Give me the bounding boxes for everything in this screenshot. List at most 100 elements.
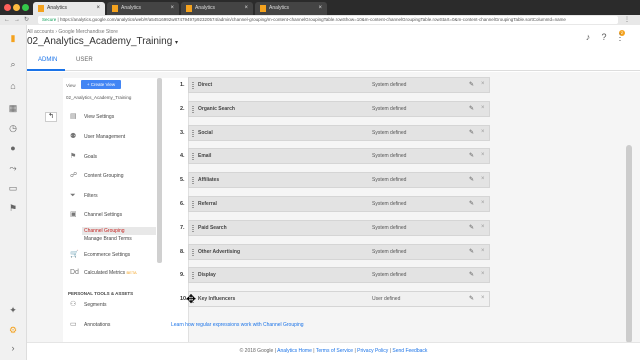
tab-admin[interactable]: ADMIN [38, 57, 57, 63]
close-tab-icon[interactable]: × [244, 2, 248, 15]
close-icon[interactable]: × [481, 271, 485, 277]
panel-item-channel-settings[interactable]: ▣ Channel Settings [70, 210, 122, 220]
close-icon[interactable]: × [481, 176, 485, 182]
subitem-manage-brand-terms[interactable]: Manage Brand Terms [84, 236, 132, 242]
table-row[interactable]: Other Advertising System defined ✎ × [188, 244, 490, 260]
pencil-icon[interactable]: ✎ [469, 271, 474, 278]
footer-link-terms[interactable]: Terms of Service [316, 348, 353, 354]
close-icon[interactable]: × [481, 81, 485, 87]
close-icon[interactable]: × [481, 129, 485, 135]
browser-menu-icon[interactable]: ⋮ [624, 15, 630, 25]
maximize-window-button[interactable] [22, 4, 29, 11]
close-tab-icon[interactable]: × [96, 2, 100, 15]
pencil-icon[interactable]: ✎ [469, 81, 474, 88]
breadcrumb[interactable]: All accounts › Google Merchandise Store [27, 29, 118, 35]
home-icon[interactable]: ⌂ [8, 81, 18, 91]
regex-help-link[interactable]: Learn how regular expressions work with … [171, 322, 304, 328]
audience-person-icon[interactable]: ● [8, 143, 18, 153]
dashboard-icon[interactable]: ▦ [8, 103, 18, 113]
collapse-nav-icon[interactable]: › [8, 343, 18, 353]
drag-handle-icon[interactable] [192, 130, 194, 137]
help-icon[interactable]: ? [599, 32, 609, 42]
table-row[interactable]: Paid Search System defined ✎ × [188, 220, 490, 236]
close-icon[interactable]: × [481, 224, 485, 230]
table-row[interactable]: Organic Search System defined ✎ × [188, 101, 490, 117]
panel-scrollbar[interactable] [157, 78, 162, 263]
drag-handle-icon[interactable] [192, 82, 194, 89]
panel-item-filters[interactable]: ⏷ Filters [70, 191, 98, 201]
table-row[interactable]: Direct System defined ✎ × [188, 77, 490, 93]
close-icon[interactable]: × [481, 248, 485, 254]
back-arrow-icon[interactable]: ← [4, 15, 10, 25]
subitem-channel-grouping[interactable]: Channel Grouping [84, 228, 125, 234]
footer-link-feedback[interactable]: Send Feedback [392, 348, 427, 354]
pencil-icon[interactable]: ✎ [469, 105, 474, 112]
forward-arrow-icon[interactable]: → [14, 15, 20, 25]
panel-item-content-grouping[interactable]: ☍ Content Grouping [70, 171, 123, 181]
property-selector[interactable]: 02_Analytics_Academy_Training ▾ [27, 36, 178, 47]
analytics-logo-icon[interactable]: ▮ [8, 33, 18, 43]
pencil-icon[interactable]: ✎ [469, 295, 474, 302]
close-icon[interactable]: × [481, 152, 485, 158]
panel-item-ecommerce-settings[interactable]: 🛒 Ecommerce Settings [70, 250, 130, 260]
footer-link-analytics-home[interactable]: Analytics Home [277, 348, 312, 354]
panel-item-calculated-metrics[interactable]: Dd Calculated Metrics BETA [70, 268, 137, 278]
close-icon[interactable]: × [481, 105, 485, 111]
panel-item-segments[interactable]: ⚇ Segments [70, 300, 107, 310]
drag-handle-icon[interactable] [192, 225, 194, 232]
pencil-icon[interactable]: ✎ [469, 248, 474, 255]
apps-grid-icon[interactable]: ⋮ [615, 32, 625, 42]
search-icon[interactable]: ⌕ [8, 59, 18, 69]
cart-icon: 🛒 [70, 251, 79, 258]
drag-handle-icon[interactable] [192, 201, 194, 208]
panel-item-view-settings[interactable]: ▤ View Settings [70, 112, 114, 122]
view-label: View [66, 83, 76, 88]
pencil-icon[interactable]: ✎ [469, 176, 474, 183]
row-number: 1. [180, 82, 185, 88]
pencil-icon[interactable]: ✎ [469, 224, 474, 231]
realtime-clock-icon[interactable]: ◷ [8, 123, 18, 133]
close-icon[interactable]: × [481, 200, 485, 206]
close-icon[interactable]: × [481, 295, 485, 301]
acquisition-icon[interactable]: ⤳ [8, 163, 18, 173]
admin-gear-icon[interactable]: ⚙ [8, 325, 18, 335]
close-tab-icon[interactable]: × [318, 2, 322, 15]
browser-tab[interactable]: Analytics × [255, 2, 327, 15]
reload-icon[interactable]: ↻ [24, 15, 29, 25]
browser-tab[interactable]: Analytics × [33, 2, 105, 15]
table-row[interactable]: Referral System defined ✎ × [188, 196, 490, 212]
admin-user-tabs: ADMIN USER [27, 51, 640, 71]
create-view-button[interactable]: + Create View [81, 80, 121, 89]
drag-handle-icon[interactable] [192, 106, 194, 113]
drag-handle-icon[interactable] [192, 249, 194, 256]
table-row[interactable]: Display System defined ✎ × [188, 267, 490, 283]
browser-tab[interactable]: Analytics × [107, 2, 179, 15]
table-row[interactable]: Social System defined ✎ × [188, 125, 490, 141]
behavior-icon[interactable]: ▭ [8, 183, 18, 193]
conversions-flag-icon[interactable]: ⚑ [8, 203, 18, 213]
pencil-icon[interactable]: ✎ [469, 152, 474, 159]
table-row[interactable]: Key Influencers User defined ✎ × [188, 291, 490, 307]
panel-item-goals[interactable]: ⚑ Goals [70, 152, 97, 162]
main-scrollbar[interactable] [626, 145, 632, 343]
pencil-icon[interactable]: ✎ [469, 200, 474, 207]
tab-user[interactable]: USER [76, 57, 93, 63]
close-tab-icon[interactable]: × [170, 2, 174, 15]
pencil-icon[interactable]: ✎ [469, 129, 474, 136]
table-row[interactable]: Email System defined ✎ × [188, 148, 490, 164]
close-window-button[interactable] [4, 4, 11, 11]
view-name[interactable]: 02_Analytics_Academy_Training [66, 95, 131, 100]
back-button[interactable]: ↰ [45, 112, 57, 122]
panel-item-user-management[interactable]: ⚉ User Management [70, 132, 125, 142]
panel-item-annotations[interactable]: ▭ Annotations [70, 320, 110, 330]
lightbulb-icon[interactable]: ✦ [8, 305, 18, 315]
footer-link-privacy[interactable]: Privacy Policy [357, 348, 388, 354]
table-row[interactable]: Affiliates System defined ✎ × [188, 172, 490, 188]
drag-handle-icon[interactable] [192, 177, 194, 184]
minimize-window-button[interactable] [13, 4, 20, 11]
browser-tab[interactable]: Analytics × [181, 2, 253, 15]
bell-icon[interactable]: ♪ [583, 32, 593, 42]
drag-handle-icon[interactable] [192, 153, 194, 160]
url-input[interactable]: Secure | https://analytics.google.com/an… [38, 16, 618, 24]
drag-handle-icon[interactable] [192, 272, 194, 279]
